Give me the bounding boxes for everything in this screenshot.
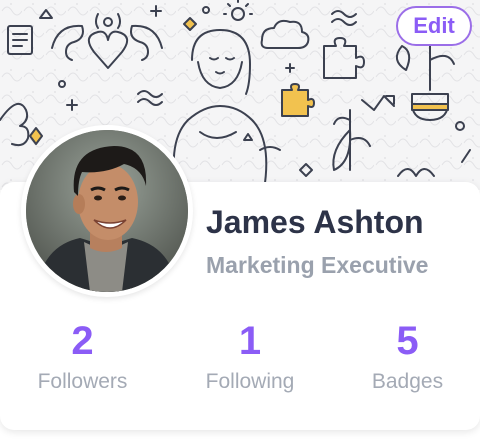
stats-row: 2 Followers 1 Following 5 Badges [0,318,480,394]
profile-name: James Ashton [206,204,424,240]
stat-followers[interactable]: 2 Followers [0,318,165,394]
stat-following[interactable]: 1 Following [165,318,335,394]
stat-value: 2 [71,319,94,363]
profile-title: Marketing Executive [206,252,429,278]
stat-label: Badges [371,370,444,393]
avatar [21,125,193,297]
stat-label: Followers [37,370,128,393]
stat-value: 1 [238,319,262,363]
stat-label: Following [205,370,295,393]
profile-card: Edit James Ashton Marketing Executive 2 … [0,0,480,442]
stat-value: 5 [396,319,419,363]
avatar-photo-icon [26,130,188,292]
edit-button[interactable]: Edit [396,6,472,46]
stat-badges[interactable]: 5 Badges [335,318,480,394]
